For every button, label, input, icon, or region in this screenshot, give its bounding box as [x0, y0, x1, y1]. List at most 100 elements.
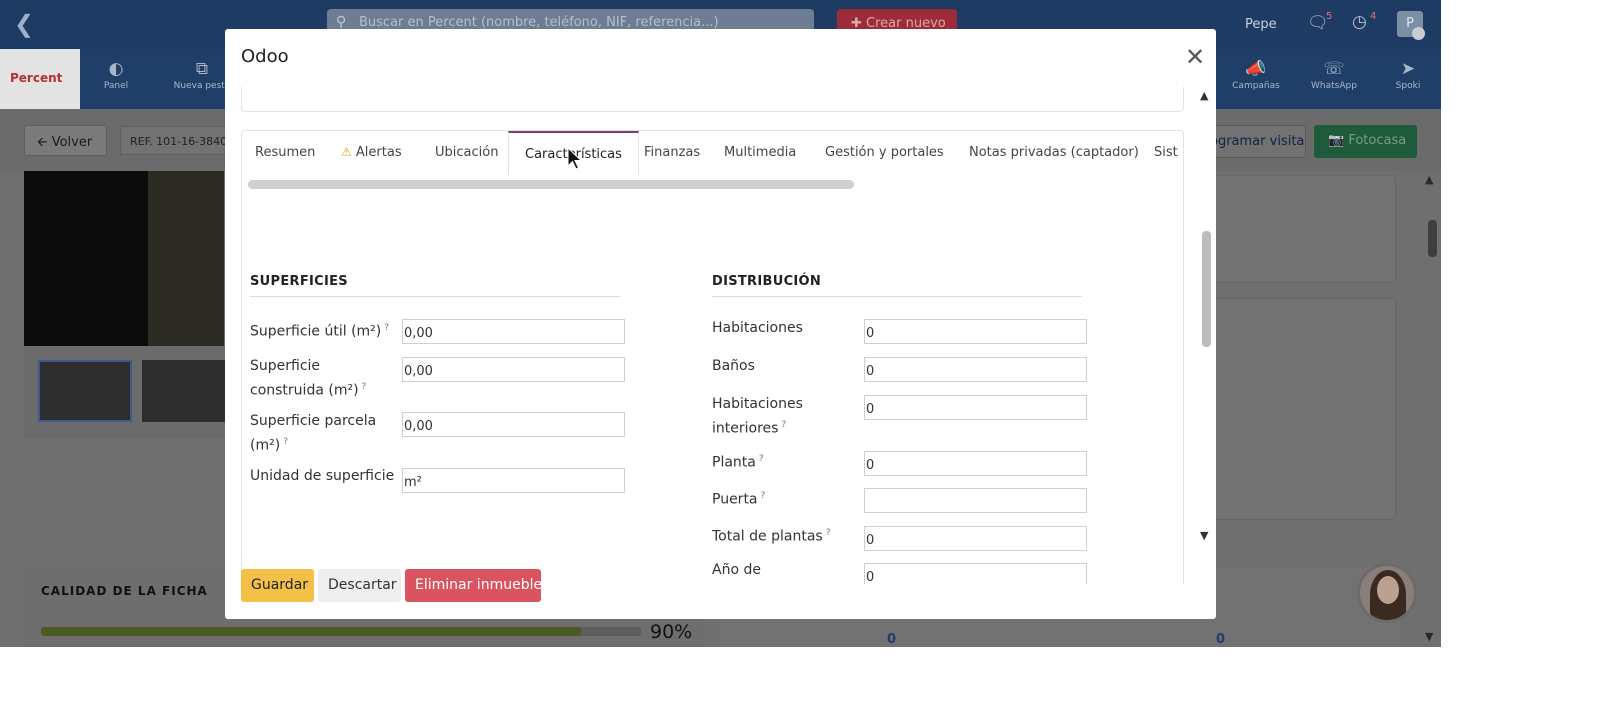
- nav-label: Campañas: [1232, 81, 1280, 91]
- section-title-distribucion: DISTRIBUCIÓN: [712, 274, 822, 289]
- dialog-scroll-up-icon[interactable]: ▲: [1200, 89, 1208, 102]
- habitaciones-input[interactable]: [864, 319, 1087, 344]
- tab-gestion-portales[interactable]: Gestión y portales: [825, 131, 944, 175]
- search-placeholder: Buscar en Percent (nombre, teléfono, NIF…: [359, 15, 719, 30]
- tab-finanzas[interactable]: Finanzas: [644, 131, 700, 175]
- field-label-superficie-parcela: Superficie parcela (m²)?: [250, 413, 377, 454]
- help-icon[interactable]: ?: [761, 491, 766, 501]
- activities-badge: 4: [1370, 11, 1377, 22]
- field-label-banos: Baños: [712, 358, 755, 374]
- field-label-habitaciones-interiores: Habitaciones interiores?: [712, 396, 803, 437]
- user-name[interactable]: Pepe: [1245, 17, 1277, 32]
- superficie-construida-input[interactable]: [402, 357, 625, 382]
- field-label-unidad-superficie: Unidad de superficie: [250, 468, 395, 484]
- stat-value: 0: [887, 632, 897, 647]
- tab-resumen[interactable]: Resumen: [255, 131, 315, 175]
- dialog-scroll-down-icon[interactable]: ▼: [1200, 529, 1208, 542]
- quality-progress-fill: [41, 627, 581, 636]
- fotocasa-label: Fotocasa: [1348, 133, 1407, 148]
- field-label-total-plantas: Total de plantas?: [712, 528, 831, 545]
- section-divider: [712, 296, 1082, 297]
- field-label-habitaciones: Habitaciones: [712, 320, 803, 336]
- camera-icon: 📷: [1328, 133, 1345, 148]
- page-scrollbar-thumb[interactable]: [1428, 220, 1437, 257]
- quality-label: CALIDAD DE LA FICHA: [41, 584, 208, 598]
- superficie-util-input[interactable]: [402, 319, 625, 344]
- help-icon[interactable]: ?: [384, 323, 389, 333]
- tab-bar: Resumen ⚠ Alertas Ubicación Característi…: [241, 130, 1184, 192]
- quality-percent: 90%: [650, 621, 693, 643]
- warning-icon: ⚠: [341, 145, 352, 159]
- unidad-superficie-select[interactable]: [402, 468, 625, 493]
- dialog-scrollbar-thumb[interactable]: [1202, 231, 1211, 347]
- status-dot: [1412, 27, 1425, 40]
- dialog-body: Resumen ⚠ Alertas Ubicación Característi…: [225, 87, 1216, 584]
- field-label-puerta: Puerta?: [712, 491, 766, 508]
- field-label-superficie-util: Superficie útil (m²)?: [250, 323, 390, 340]
- scroll-down-icon[interactable]: ▼: [1425, 630, 1433, 643]
- save-button[interactable]: Guardar: [241, 569, 314, 602]
- nav-item-spoki[interactable]: ➤ Spoki: [1368, 59, 1441, 91]
- dashboard-icon: ◐: [108, 59, 124, 79]
- tab-label: Notas privadas (captador): [969, 145, 1139, 160]
- field-label-planta: Planta?: [712, 454, 764, 471]
- field-label-superficie-construida: Superficie construida (m²)?: [250, 358, 367, 399]
- dialog-title: Odoo: [241, 46, 289, 67]
- help-icon[interactable]: ?: [362, 382, 367, 392]
- tab-ubicacion[interactable]: Ubicación: [435, 131, 498, 175]
- help-icon[interactable]: ?: [283, 437, 288, 447]
- search-icon: ⚲: [336, 14, 347, 30]
- help-icon[interactable]: ?: [759, 454, 764, 464]
- nav-item-campaigns[interactable]: 📣 Campañas: [1216, 59, 1296, 91]
- back-label: Volver: [51, 135, 93, 150]
- reference-field: REF. 101-16-3840: [120, 126, 240, 155]
- previous-card: [241, 87, 1184, 112]
- paper-plane-icon: ➤: [1400, 59, 1416, 79]
- logo[interactable]: Percent: [0, 49, 80, 109]
- habitaciones-interiores-input[interactable]: [864, 395, 1087, 420]
- discard-button[interactable]: Descartar: [318, 569, 401, 602]
- back-arrow-icon[interactable]: ❮: [14, 10, 34, 38]
- tab-notas-privadas[interactable]: Notas privadas (captador): [969, 131, 1139, 175]
- nav-item-whatsapp[interactable]: ☏ WhatsApp: [1294, 59, 1374, 91]
- thumbnail[interactable]: [142, 360, 236, 422]
- odoo-dialog: Odoo ✕ Resumen ⚠ Alertas Ubicación Carac…: [225, 29, 1216, 619]
- back-button[interactable]: 🡨 Volver: [24, 125, 107, 156]
- total-plantas-input[interactable]: [864, 526, 1087, 551]
- side-panel: [1196, 298, 1396, 520]
- fotocasa-button[interactable]: 📷 Fotocasa: [1314, 125, 1417, 158]
- tab-label: Gestión y portales: [825, 145, 944, 160]
- section-divider: [250, 296, 620, 297]
- delete-property-button[interactable]: Eliminar inmueble: [405, 569, 542, 602]
- nav-item-panel[interactable]: ◐ Panel: [76, 59, 156, 91]
- side-panel: [1196, 175, 1396, 283]
- tab-sistema[interactable]: Sist: [1154, 131, 1178, 175]
- tab-label: Multimedia: [724, 145, 797, 160]
- clock-icon[interactable]: ◷: [1352, 12, 1367, 32]
- assistant-chat-avatar[interactable]: [1357, 563, 1417, 623]
- nav-label: Panel: [103, 81, 129, 91]
- close-icon[interactable]: ✕: [1185, 43, 1205, 71]
- property-photo[interactable]: [24, 171, 224, 346]
- help-icon[interactable]: ?: [826, 528, 831, 538]
- help-icon[interactable]: ?: [781, 420, 786, 430]
- mouse-cursor-icon: [567, 147, 583, 170]
- tab-label: Sist: [1154, 145, 1178, 160]
- section-title-superficies: SUPERFICIES: [250, 274, 348, 289]
- ano-construccion-input[interactable]: [864, 563, 1087, 584]
- tab-multimedia[interactable]: Multimedia: [724, 131, 796, 175]
- tab-label: Alertas: [355, 145, 402, 160]
- characteristics-panel: SUPERFICIES Superficie útil (m²)? Superf…: [241, 192, 1184, 584]
- whatsapp-icon: ☏: [1323, 59, 1345, 79]
- planta-input[interactable]: [864, 451, 1087, 476]
- tab-label: Resumen: [255, 145, 316, 160]
- banos-input[interactable]: [864, 357, 1087, 382]
- puerta-input[interactable]: [864, 488, 1087, 513]
- tabs-scrollbar-thumb[interactable]: [248, 180, 854, 189]
- nav-label: Spoki: [1395, 81, 1421, 91]
- superficie-parcela-input[interactable]: [402, 412, 625, 437]
- thumbnail[interactable]: [38, 360, 132, 422]
- tab-alertas[interactable]: ⚠ Alertas: [341, 131, 402, 175]
- messages-badge: 5: [1326, 11, 1333, 22]
- scroll-up-icon[interactable]: ▲: [1425, 173, 1433, 186]
